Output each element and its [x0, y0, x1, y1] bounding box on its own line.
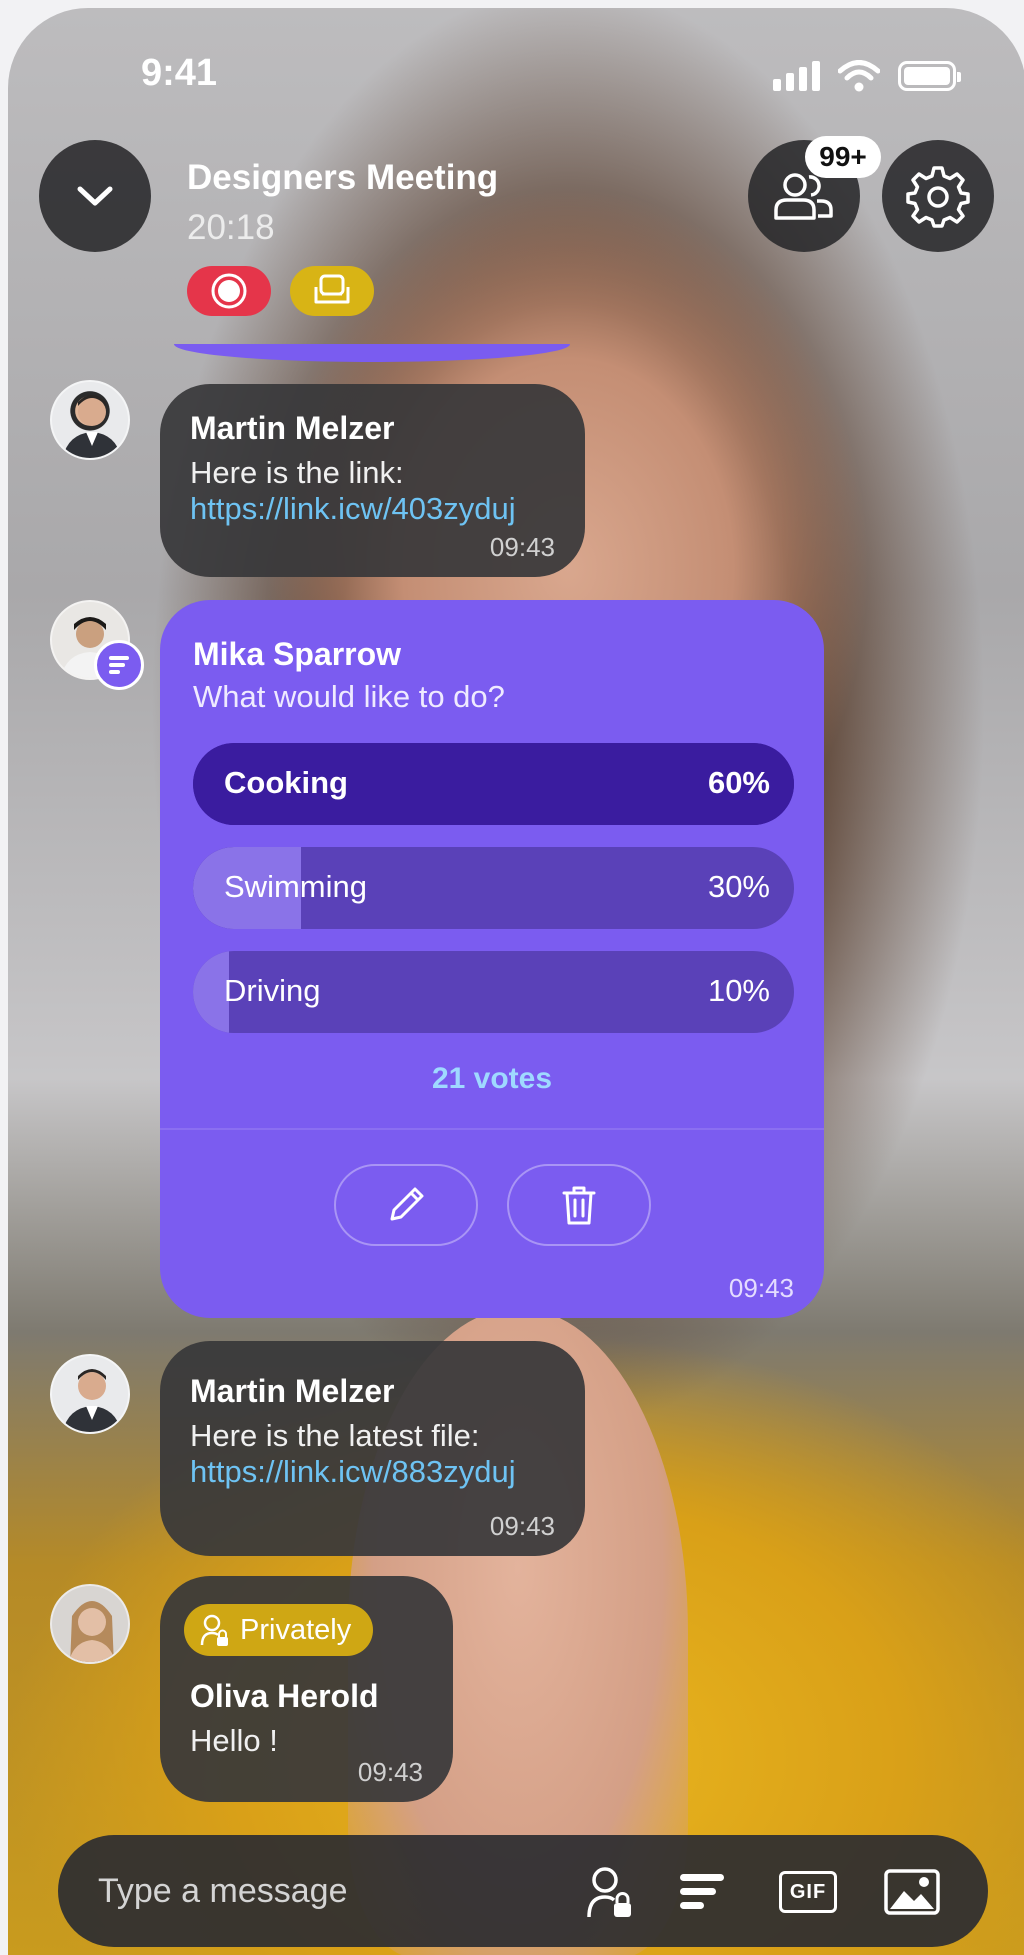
edit-poll-button[interactable]: [334, 1164, 478, 1246]
wifi-icon: [838, 60, 880, 92]
private-user-icon: [200, 1614, 228, 1646]
seat-indicator[interactable]: [290, 266, 374, 316]
record-icon: [211, 273, 247, 309]
message-bubble[interactable]: Martin Melzer Here is the link: https://…: [160, 384, 585, 577]
message-text: Here is the latest file:: [190, 1418, 480, 1453]
message-bubble[interactable]: Privately Oliva Herold Hello ! 09:43: [160, 1576, 453, 1802]
message-input[interactable]: [98, 1869, 498, 1913]
recording-indicator[interactable]: [187, 266, 271, 316]
poll-button[interactable]: [672, 1862, 732, 1922]
avatar[interactable]: [50, 1584, 130, 1664]
message-link[interactable]: https://link.icw/883zyduj: [190, 1454, 555, 1490]
poll-option-label: Driving: [224, 973, 321, 1008]
trash-icon: [562, 1186, 596, 1225]
poll-option[interactable]: Driving 10%: [193, 951, 794, 1033]
meeting-elapsed-time: 20:18: [187, 208, 275, 247]
message-time: 09:43: [489, 532, 555, 562]
battery-icon: [898, 61, 961, 91]
poll-option-label: Cooking: [224, 765, 348, 800]
settings-button[interactable]: [882, 140, 994, 252]
poll-option-label: Swimming: [224, 869, 367, 904]
delete-poll-button[interactable]: [507, 1164, 651, 1246]
avatar[interactable]: [50, 1354, 130, 1434]
participants-count-badge: 99+: [805, 136, 881, 178]
chevron-down-icon: [77, 186, 113, 206]
private-label: Privately: [240, 1613, 352, 1646]
status-time: 9:41: [141, 52, 218, 94]
poll-icon: [680, 1874, 724, 1909]
poll-time: 09:43: [728, 1273, 794, 1303]
poll-card: Mika Sparrow What would like to do? Cook…: [160, 600, 824, 1318]
poll-option-percent: 10%: [707, 973, 770, 1008]
message-sender: Martin Melzer: [190, 410, 395, 446]
poll-divider: [160, 1128, 824, 1130]
avatar[interactable]: [50, 380, 130, 460]
private-user-icon: [587, 1867, 631, 1918]
poll-option-percent: 30%: [707, 869, 770, 904]
image-button[interactable]: [882, 1862, 942, 1922]
image-icon: [884, 1869, 940, 1915]
gif-icon: GIF: [779, 1871, 837, 1913]
poll-votes[interactable]: 21 votes: [160, 1062, 824, 1096]
message-time: 09:43: [489, 1511, 555, 1541]
poll-option[interactable]: Swimming 30%: [193, 847, 794, 929]
poll-option-percent: 60%: [707, 765, 770, 800]
message-sender: Oliva Herold: [190, 1678, 379, 1714]
message-bubble[interactable]: Martin Melzer Here is the latest file: h…: [160, 1341, 585, 1556]
signal-icon: [773, 61, 820, 91]
video-call-screen: 9:41 Designers Meeting 20:18 99+ Martin …: [8, 8, 1024, 1955]
chat-top-indicator: [174, 344, 570, 362]
status-icons: [773, 60, 961, 92]
seat-icon: [314, 274, 350, 304]
poll-option[interactable]: Cooking 60%: [193, 743, 794, 825]
meeting-title: Designers Meeting: [187, 158, 499, 197]
poll-icon: [109, 656, 129, 674]
poll-badge: [94, 640, 144, 690]
message-link[interactable]: https://link.icw/403zyduj: [190, 491, 555, 527]
poll-sender: Mika Sparrow: [193, 636, 402, 672]
message-sender: Martin Melzer: [190, 1373, 395, 1409]
message-text: Hello !: [190, 1723, 278, 1758]
gear-icon: [906, 166, 970, 228]
message-composer: GIF: [58, 1835, 988, 1947]
message-text: Here is the link:: [190, 455, 404, 490]
poll-question: What would like to do?: [193, 679, 505, 714]
gif-button[interactable]: GIF: [778, 1862, 838, 1922]
pencil-icon: [390, 1187, 424, 1221]
message-time: 09:43: [357, 1757, 423, 1787]
private-pill: Privately: [184, 1604, 423, 1656]
private-message-button[interactable]: [580, 1862, 640, 1922]
minimize-button[interactable]: [39, 140, 151, 252]
